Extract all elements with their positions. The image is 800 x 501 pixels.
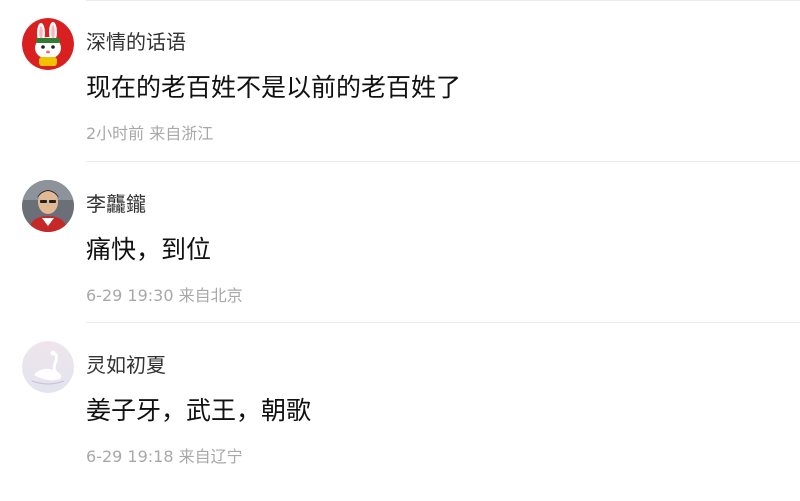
avatar[interactable]	[22, 341, 74, 393]
comment-time: 6-29 19:30	[86, 286, 174, 305]
comment-text: 姜子牙，武王，朝歌	[86, 396, 312, 425]
comment-text: 痛快，到位	[86, 235, 212, 264]
person-photo-icon	[22, 180, 74, 232]
comment-divider	[86, 161, 800, 162]
comment-location: 来自北京	[178, 286, 243, 305]
comment-item: 深情的话语 现在的老百姓不是以前的老百姓了 2小时前 来自浙江	[0, 18, 800, 178]
avatar[interactable]	[22, 18, 74, 70]
comment-divider	[86, 322, 800, 323]
comment-item: 李龘鑨 痛快，到位 6-29 19:30 来自北京	[0, 180, 800, 340]
comment-location: 来自辽宁	[178, 447, 243, 466]
username[interactable]: 李龘鑨	[86, 188, 146, 217]
comment-item: 灵如初夏 姜子牙，武王，朝歌 6-29 19:18 来自辽宁	[0, 341, 800, 501]
comment-text: 现在的老百姓不是以前的老百姓了	[86, 73, 462, 102]
username[interactable]: 深情的话语	[86, 26, 186, 55]
comment-location: 来自浙江	[149, 124, 214, 143]
username[interactable]: 灵如初夏	[86, 349, 166, 378]
comment-time: 2小时前	[86, 124, 145, 143]
comment-meta: 2小时前 来自浙江	[86, 120, 213, 144]
comment-time: 6-29 19:18	[86, 447, 174, 466]
top-divider	[86, 0, 800, 1]
rabbit-mascot-icon	[22, 18, 74, 70]
comment-meta: 6-29 19:18 来自辽宁	[86, 443, 243, 467]
comment-meta: 6-29 19:30 来自北京	[86, 282, 243, 306]
swan-icon	[22, 341, 74, 393]
avatar[interactable]	[22, 180, 74, 232]
